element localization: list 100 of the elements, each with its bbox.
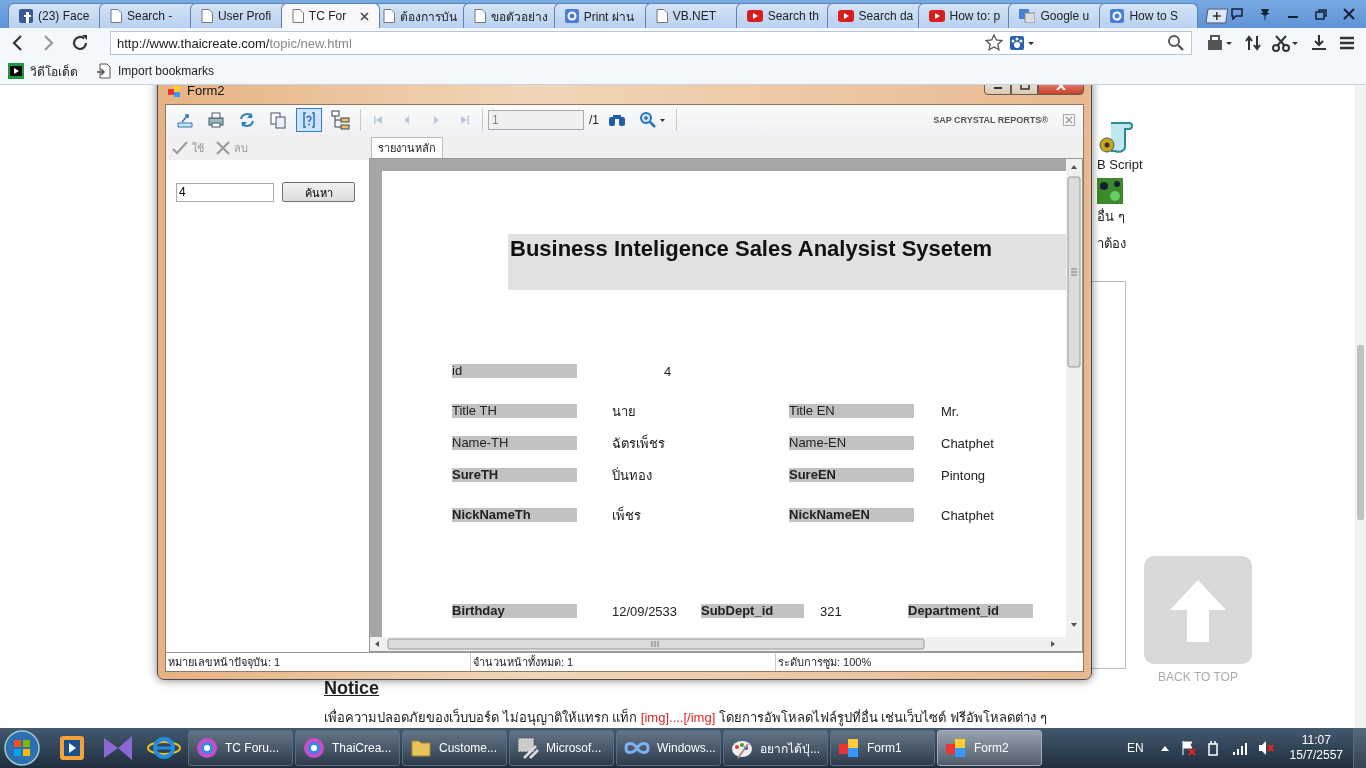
taskbar-button[interactable]: TC Foru... [188, 730, 293, 766]
new-tab-icon[interactable] [1204, 8, 1231, 24]
field-value: นาย [612, 402, 637, 421]
field-value: 12/09/2533 [612, 603, 679, 619]
field-value: Pintong [941, 467, 986, 483]
scissors-icon[interactable] [1272, 34, 1300, 52]
signal-icon[interactable] [1231, 740, 1248, 756]
menu-label[interactable]: อื่น ๆ [1097, 206, 1125, 227]
app-icon [564, 9, 579, 23]
clock[interactable]: 11:07 15/7/2557 [1289, 733, 1343, 763]
app-icon [302, 736, 326, 760]
help-button[interactable] [296, 108, 322, 132]
download-icon[interactable] [1310, 34, 1328, 52]
window-title: Form2 [187, 85, 225, 98]
status-text: จำนวนหน้าทั้งหมด: 1 [471, 653, 776, 671]
video-icon [8, 63, 24, 79]
form-icon [944, 736, 968, 760]
page-icon [200, 9, 213, 23]
chat-icon[interactable] [1230, 8, 1245, 20]
copy-icon [269, 111, 287, 129]
zoom-icon [639, 111, 667, 129]
status-text: หมายเลขหน้าปัจจุบัน: 1 [166, 653, 471, 671]
taskbar-button[interactable]: Form1 [830, 730, 935, 766]
page-icon [473, 9, 486, 23]
field-label: NickNameEN [789, 508, 914, 522]
field-label: Title EN [789, 404, 914, 418]
play-icon [928, 10, 945, 22]
field-label: SureTH [452, 468, 577, 482]
url-text: http://www.thaicreate.com/topic/new.html [117, 35, 352, 51]
check-icon [172, 140, 188, 155]
star-icon[interactable] [985, 34, 1003, 52]
browser-tab[interactable]: How to S [1099, 3, 1199, 28]
notice-heading: Notice [324, 678, 380, 699]
taskbar-button[interactable]: Windows... [616, 730, 721, 766]
tile-icon[interactable] [1097, 178, 1123, 204]
field-label: Name-TH [452, 436, 577, 450]
page-icon [291, 9, 304, 23]
field-value: เพ็ชร [612, 505, 642, 525]
report-tab[interactable]: รายงานหลัก [371, 137, 443, 158]
field-value: Chatphet [941, 435, 994, 451]
last-icon [459, 114, 471, 126]
language-indicator[interactable]: EN [1126, 741, 1144, 755]
notice-text: เพื่อความปลอดภัยของเว็บบอร์ด ไม่อนุญาติให้แทรก แท็ก [img]....[/img] โดยการอัพโหลดไฟล์รูปที่อื่น เช่นเว็บไซต์ ฟรีอัพโหลดต่าง ๆ [324, 707, 1048, 728]
form-icon [837, 736, 861, 760]
field-label: Name-EN [789, 436, 914, 450]
sync-arrows-icon[interactable] [1244, 34, 1262, 52]
start-button[interactable] [2, 728, 42, 768]
bookmark[interactable]: วิดีโอเด็ด [8, 61, 78, 81]
menu-icon[interactable] [1338, 34, 1356, 52]
close-icon[interactable] [1342, 8, 1357, 20]
app-icon [195, 736, 219, 760]
field-value: ฉัตรเพ็ชร [612, 433, 666, 453]
field-label: NickNameTh [452, 508, 577, 522]
import-icon [96, 63, 112, 79]
report-title: Business Inteligence Sales Analysist Sysetem [508, 234, 1066, 290]
taskbar-button[interactable]: Form2 [937, 730, 1042, 766]
first-icon [372, 114, 384, 126]
scrollbar[interactable] [1355, 85, 1366, 728]
flag-icon[interactable] [1179, 740, 1196, 756]
field-label: SureEN [789, 468, 914, 482]
search-button[interactable]: ค้นหา [282, 182, 355, 202]
paw-icon[interactable] [1009, 35, 1035, 51]
taskbar-button[interactable]: อยากได้ปุ่... [723, 730, 828, 766]
help-icon [300, 111, 318, 129]
page-total: /1 [589, 113, 599, 127]
bookmark[interactable]: Import bookmarks [96, 63, 215, 79]
menu-label[interactable]: าต้อง [1097, 233, 1126, 254]
close-icon[interactable] [359, 11, 369, 21]
page-icon [655, 9, 668, 23]
export-icon [176, 111, 194, 129]
search-field[interactable]: 4 [176, 182, 274, 202]
reload-icon[interactable] [70, 33, 90, 53]
tree-icon [331, 110, 351, 130]
taskbar-button[interactable]: ThaiCrea... [295, 730, 400, 766]
field-label: Birthday [452, 604, 577, 618]
search-icon[interactable] [1167, 34, 1185, 52]
menu-label[interactable]: B Script [1097, 157, 1143, 172]
field-label: Title TH [452, 404, 577, 418]
field-label: id [452, 364, 577, 378]
restore-icon[interactable] [1314, 8, 1329, 20]
field-label: Department_id [908, 604, 1033, 618]
taskbar-button[interactable]: Custome... [402, 730, 507, 766]
speaker-icon[interactable] [1257, 740, 1274, 756]
field-label: SubDept_id [701, 604, 804, 618]
translate-icon [1019, 9, 1036, 23]
print-icon [207, 111, 225, 129]
play-icon [746, 10, 763, 22]
page-icon [382, 9, 395, 23]
play-icon [837, 10, 854, 22]
refresh-icon [238, 111, 256, 129]
page-icon [109, 9, 122, 23]
taskbar-button[interactable]: Microsof... [509, 730, 614, 766]
address-bar[interactable]: http://www.thaicreate.com/topic/new.html [110, 31, 1192, 55]
social-icon [19, 9, 33, 23]
field-value: ปิ่นทอง [612, 466, 653, 485]
browser-tab[interactable]: TC For [280, 3, 380, 28]
briefcase-icon[interactable] [1206, 34, 1234, 52]
cross-icon [216, 140, 230, 155]
field-value: 4 [664, 363, 672, 379]
show-hidden-icon[interactable] [1159, 744, 1170, 752]
